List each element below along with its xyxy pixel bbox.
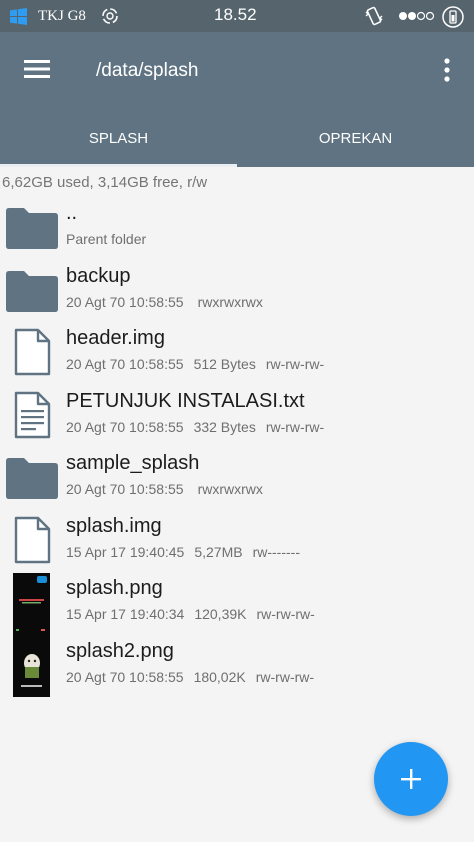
- file-name: PETUNJUK INSTALASI.txt: [66, 389, 305, 412]
- current-path: /data/splash: [96, 60, 199, 81]
- file-date: 20 Agt 70 10:58:55: [66, 418, 184, 435]
- sync-icon: [102, 8, 118, 24]
- carrier-name: TKJ G8: [38, 8, 86, 24]
- app-bar: /data/splash SPLASH OPREKAN: [0, 32, 474, 167]
- text-file-icon: [14, 391, 51, 438]
- list-item-splash-png[interactable]: splash.png 15 Apr 17 19:40:34 120,39K rw-r…: [0, 571, 474, 637]
- file-permissions: rwxrwxrwx: [197, 481, 263, 497]
- clock: 18.52: [214, 5, 257, 24]
- file-date: 20 Agt 70 10:58:55: [66, 356, 184, 372]
- file-permissions: rw-rw-rw-: [265, 418, 325, 435]
- status-bar: TKJ G8 18.52: [0, 0, 474, 32]
- file-name: ..: [66, 202, 78, 224]
- folder-icon: [6, 458, 58, 499]
- file-size: 5,27MB: [194, 543, 243, 560]
- list-item-sample-splash[interactable]: sample_splash 20 Agt 70 10:58:55 rwxrwxrw…: [0, 446, 474, 509]
- list-item-petunjuk-instalasi-txt[interactable]: PETUNJUK INSTALASI.txt 20 Agt 70 10:58:5…: [0, 384, 474, 447]
- file-list: .. Parent folder backup 20 Agt 70 10:58:…: [0, 196, 474, 697]
- file-name: splash2.png: [66, 639, 174, 662]
- tab-bar: SPLASH OPREKAN: [0, 110, 474, 167]
- image-thumbnail: [13, 632, 50, 697]
- list-item-splash-img[interactable]: splash.img 15 Apr 17 19:40:45 5,27MB rw---…: [0, 509, 474, 572]
- file-name: splash.img: [66, 514, 162, 537]
- file-size: 512 Bytes: [193, 356, 256, 372]
- file-date: 15 Apr 17 19:40:34: [66, 606, 185, 622]
- folder-icon: [6, 270, 58, 312]
- file-permissions: rw-rw-rw-: [256, 606, 315, 622]
- list-item-splash2-png[interactable]: splash2.png 20 Agt 70 10:58:55 180,02K rw-…: [0, 632, 474, 697]
- menu-button[interactable]: [12, 44, 62, 94]
- list-item-header-img[interactable]: header.img 20 Agt 70 10:58:55 512 Bytes rw…: [0, 321, 474, 384]
- folder-icon: [6, 208, 58, 249]
- signal-strength-icon: [399, 11, 435, 21]
- windows-logo-icon: [10, 8, 27, 25]
- file-permissions: rw-------: [252, 543, 300, 560]
- file-meta: 20 Agt 70 10:58:55 rwxrwxrwx: [66, 481, 273, 497]
- file-name: header.img: [66, 327, 165, 349]
- plus-icon: [401, 769, 421, 789]
- storage-info: 6,62GB used, 3,14GB free, r/w: [2, 174, 208, 191]
- hamburger-menu-icon: [24, 60, 50, 78]
- file-meta: 20 Agt 70 10:58:55 512 Bytes rw-rw-rw-: [66, 356, 334, 372]
- file-name: splash.png: [66, 577, 163, 599]
- image-thumbnail: [13, 573, 50, 637]
- file-date: Parent folder: [66, 231, 147, 247]
- file-date: 20 Agt 70 10:58:55: [66, 293, 184, 310]
- file-size: 120,39K: [194, 606, 247, 622]
- vibrate-icon: [365, 6, 383, 26]
- more-vert-icon: [444, 58, 450, 82]
- file-icon: [14, 328, 51, 376]
- file-icon: [14, 516, 51, 563]
- file-meta: Parent folder: [66, 231, 156, 247]
- file-permissions: rw-rw-rw-: [255, 668, 315, 685]
- tab-splash[interactable]: SPLASH: [0, 110, 237, 167]
- file-permissions: rwxrwxrwx: [197, 293, 263, 310]
- file-meta: 20 Agt 70 10:58:55 332 Bytes rw-rw-rw-: [66, 419, 334, 435]
- file-date: 20 Agt 70 10:58:55: [66, 668, 184, 685]
- file-permissions: rw-rw-rw-: [265, 356, 325, 372]
- file-date: 15 Apr 17 19:40:45: [66, 543, 185, 560]
- battery-icon: [442, 6, 464, 28]
- file-size: 332 Bytes: [193, 418, 256, 435]
- file-date: 20 Agt 70 10:58:55: [66, 481, 184, 497]
- file-meta: 15 Apr 17 19:40:45 5,27MB rw-------: [66, 544, 310, 560]
- file-size: 180,02K: [193, 668, 246, 685]
- file-meta: 20 Agt 70 10:58:55 rwxrwxrwx: [66, 294, 273, 310]
- file-name: backup: [66, 264, 131, 287]
- file-meta: 20 Agt 70 10:58:55 180,02K rw-rw-rw-: [66, 669, 324, 685]
- add-button[interactable]: [374, 742, 448, 816]
- file-name: sample_splash: [66, 452, 200, 474]
- list-item-parent-folder[interactable]: .. Parent folder: [0, 196, 474, 259]
- overflow-menu-button[interactable]: [432, 48, 462, 92]
- file-meta: 15 Apr 17 19:40:34 120,39K rw-rw-rw-: [66, 606, 325, 622]
- list-item-backup[interactable]: backup 20 Agt 70 10:58:55 rwxrwxrwx: [0, 259, 474, 322]
- tab-oprekan[interactable]: OPREKAN: [237, 110, 474, 167]
